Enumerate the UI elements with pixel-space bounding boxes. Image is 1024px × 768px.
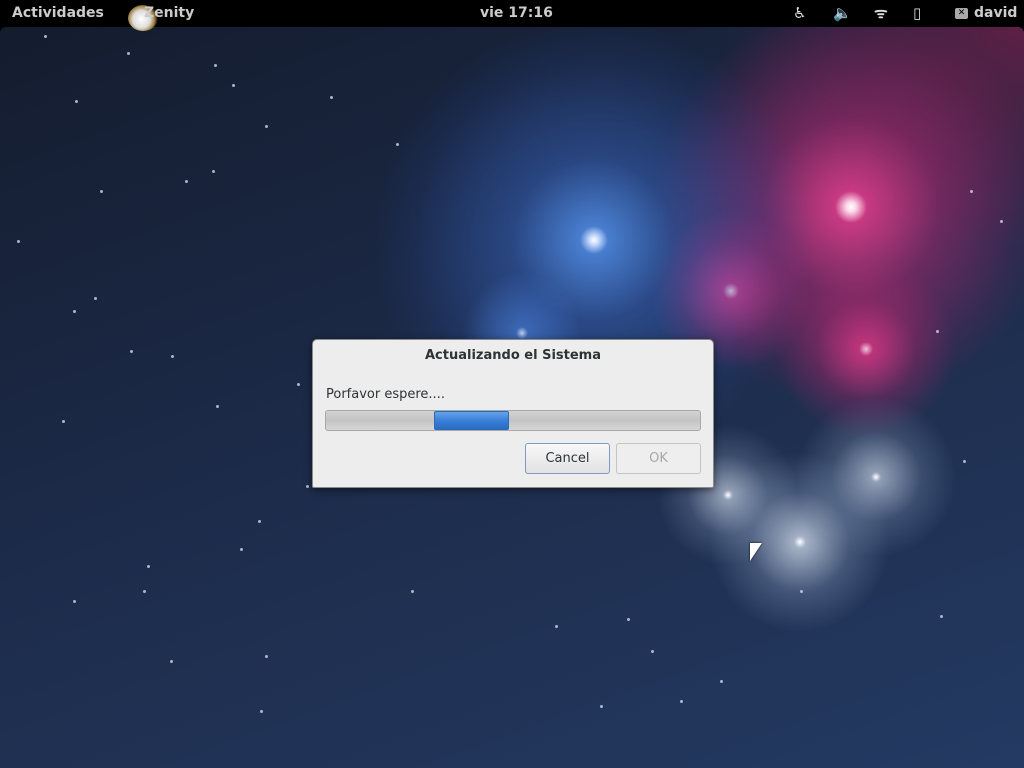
clock[interactable]: vie 17:16 — [480, 0, 553, 27]
star — [720, 680, 723, 683]
star — [680, 700, 683, 703]
cancel-button[interactable]: Cancel — [525, 443, 610, 474]
user-name: david — [974, 5, 1018, 21]
star — [306, 485, 309, 488]
star — [258, 520, 261, 523]
star — [170, 660, 173, 663]
chat-icon: ✕ — [955, 8, 968, 19]
star — [970, 190, 973, 193]
star — [1000, 220, 1003, 223]
star — [330, 96, 333, 99]
star — [171, 355, 174, 358]
star — [100, 190, 103, 193]
star — [214, 64, 217, 67]
star — [627, 618, 630, 621]
top-bar: Actividades Zenity vie 17:16 ♿ 🔈 ᯤ ▯ ✕ da… — [0, 0, 1024, 31]
star — [185, 180, 188, 183]
star — [265, 125, 268, 128]
star — [260, 710, 263, 713]
star — [94, 297, 97, 300]
app-name: Zenity — [144, 5, 195, 21]
star — [555, 625, 558, 628]
star — [73, 310, 76, 313]
star — [216, 405, 219, 408]
star — [75, 100, 78, 103]
star — [44, 35, 47, 38]
star — [411, 590, 414, 593]
progress-pulse — [434, 411, 510, 430]
star — [936, 330, 939, 333]
star — [600, 705, 603, 708]
star — [62, 420, 65, 423]
star — [143, 590, 146, 593]
activities-button[interactable]: Actividades — [12, 0, 104, 27]
star — [130, 350, 133, 353]
star — [73, 600, 76, 603]
star — [240, 548, 243, 551]
mouse-cursor-icon — [750, 543, 762, 561]
star — [396, 143, 399, 146]
accessibility-icon[interactable]: ♿ — [793, 0, 806, 27]
star — [147, 565, 150, 568]
star — [651, 650, 654, 653]
battery-icon[interactable]: ▯ — [913, 0, 921, 27]
progress-bar — [325, 410, 701, 431]
wifi-icon[interactable]: ᯤ — [874, 0, 888, 27]
star — [127, 52, 130, 55]
star — [265, 655, 268, 658]
volume-icon[interactable]: 🔈 — [833, 0, 852, 27]
star — [963, 460, 966, 463]
star — [297, 383, 300, 386]
star — [17, 240, 20, 243]
ok-button[interactable]: OK — [616, 443, 701, 474]
dialog-title: Actualizando el Sistema — [425, 348, 601, 363]
star — [212, 170, 215, 173]
star — [800, 590, 803, 593]
star — [232, 84, 235, 87]
progress-dialog: Actualizando el Sistema Porfavor espere.… — [312, 339, 714, 488]
star — [940, 615, 943, 618]
user-menu[interactable]: ✕ david — [955, 0, 1017, 27]
app-menu[interactable]: Zenity — [128, 0, 195, 31]
dialog-message: Porfavor espere.... — [326, 387, 445, 402]
